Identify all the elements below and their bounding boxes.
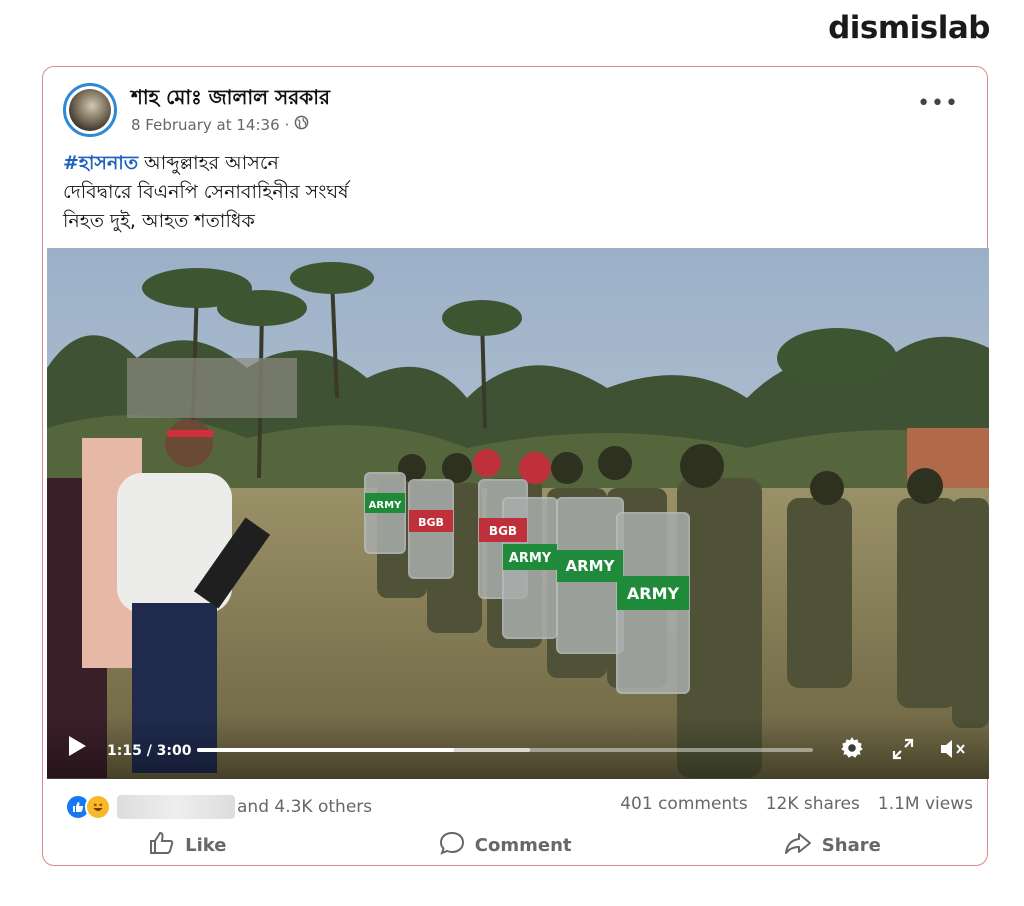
video-player[interactable]: ARMY BGB BGB ARMY ARMY ARMY 1:15 / 3:00 (47, 248, 989, 779)
comment-button[interactable]: Comment (439, 831, 572, 860)
shield-label: ARMY (509, 551, 552, 566)
facebook-post-card: শাহ মোঃ জালাল সরকার 8 February at 14:36 … (42, 66, 989, 866)
thumbs-up-icon (149, 831, 175, 860)
share-label: Share (821, 835, 881, 856)
video-time: 1:15 / 3:00 (107, 743, 192, 759)
shares-count[interactable]: 12K shares (766, 794, 860, 814)
video-progress-bar[interactable] (197, 748, 813, 752)
comments-count[interactable]: 401 comments (620, 794, 747, 814)
shield-label: ARMY (566, 557, 616, 575)
post-meta: 8 February at 14:36 · (131, 115, 309, 134)
play-icon[interactable] (67, 735, 87, 761)
comment-bubble-icon (439, 831, 465, 860)
comment-label: Comment (474, 835, 572, 856)
video-played (197, 748, 454, 752)
hashtag-link[interactable]: #হাসনাত (63, 152, 138, 174)
post-line-3: নিহত দুই, আহত শতাধিক (63, 210, 255, 232)
reactions-text: and 4.3K others (237, 797, 373, 817)
shield-label: ARMY (627, 584, 680, 603)
like-button[interactable]: Like (149, 831, 226, 860)
shield-label: BGB (418, 516, 444, 529)
author-name[interactable]: শাহ মোঃ জালাল সরকার (131, 83, 330, 116)
shield-label: ARMY (369, 500, 402, 511)
video-controls: 1:15 / 3:00 (47, 717, 989, 779)
video-frame: ARMY BGB BGB ARMY ARMY ARMY (47, 248, 989, 779)
muted-volume-icon[interactable] (939, 737, 967, 765)
dismislab-logo: dismislab (828, 10, 990, 46)
post-text: #হাসনাত আব্দুল্লাহর আসনে দেবিদ্বারে বিএন… (63, 149, 349, 236)
share-button[interactable]: Share (784, 831, 881, 860)
like-label: Like (185, 835, 227, 856)
post-line-1: #হাসনাত আব্দুল্লাহর আসনে (63, 149, 349, 178)
avatar-image (69, 89, 111, 131)
views-count: 1.1M views (877, 794, 973, 814)
share-arrow-icon (784, 831, 812, 860)
post-line-1-text: আব্দুল্লাহর আসনে (138, 152, 279, 174)
post-date[interactable]: 8 February at 14:36 (131, 116, 280, 134)
globe-icon (294, 115, 309, 134)
post-actions-bar: Like Comment Share (43, 831, 987, 860)
more-options-button[interactable]: ••• (917, 91, 959, 116)
meta-separator: · (284, 115, 290, 134)
reactions-summary[interactable]: and 4.3K others (65, 794, 372, 820)
author-avatar[interactable] (63, 83, 117, 137)
blurred-name (117, 795, 235, 819)
post-line-2: দেবিদ্বারে বিএনপি সেনাবাহিনীর সংঘর্ষ (63, 181, 349, 203)
shield-label: BGB (489, 524, 517, 538)
engagement-stats: 401 comments 12K shares 1.1M views (620, 794, 973, 814)
fullscreen-icon[interactable] (891, 737, 915, 765)
haha-reaction-icon (85, 794, 111, 820)
settings-gear-icon[interactable] (839, 735, 865, 765)
